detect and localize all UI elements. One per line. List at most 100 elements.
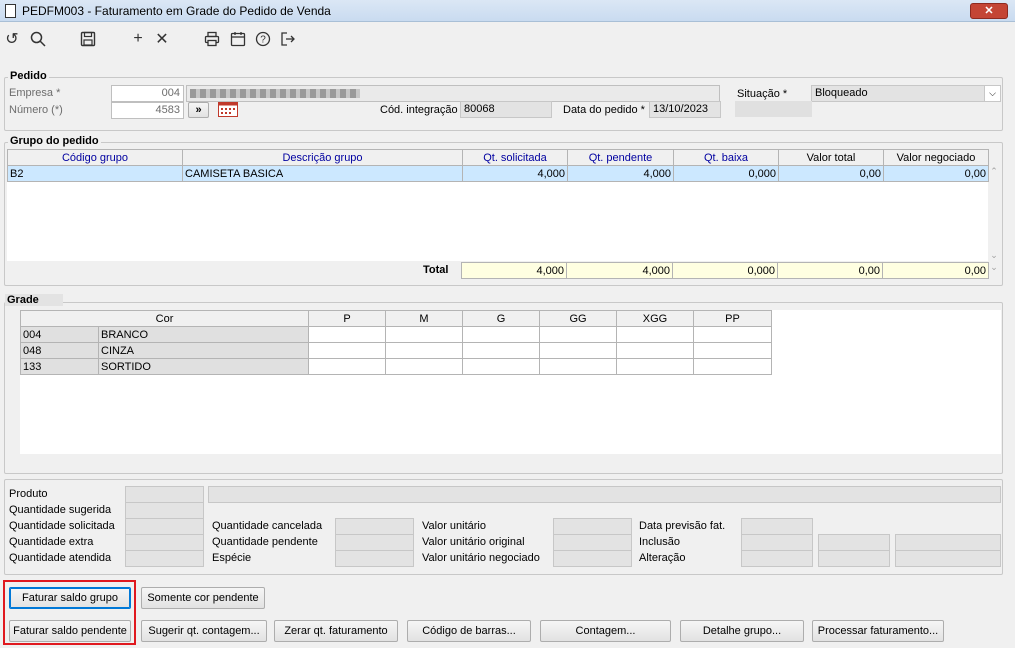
cell-qt-solicitada[interactable]: 4,000 bbox=[462, 165, 568, 182]
alteracao-date-field[interactable] bbox=[741, 550, 813, 567]
sugerir-contagem-button[interactable]: Sugerir qt. contagem... bbox=[141, 620, 267, 642]
undo-icon[interactable]: ↺ bbox=[2, 29, 22, 49]
cell-qty-xgg[interactable] bbox=[616, 358, 695, 375]
col-codigo-grupo[interactable]: Código grupo bbox=[7, 149, 183, 166]
data-pedido-field[interactable]: 13/10/2023 bbox=[649, 101, 721, 118]
add-icon[interactable]: + bbox=[128, 29, 148, 49]
col-qt-pendente[interactable]: Qt. pendente bbox=[567, 149, 674, 166]
produto-code-field[interactable] bbox=[125, 486, 204, 503]
inclusao-user-field[interactable] bbox=[895, 534, 1001, 551]
nav-next-button[interactable]: » bbox=[188, 102, 209, 118]
cell-qty-g[interactable] bbox=[462, 326, 541, 343]
valor-unitario-negociado-field[interactable] bbox=[553, 550, 632, 567]
zerar-faturamento-button[interactable]: Zerar qt. faturamento bbox=[274, 620, 398, 642]
cod-integracao-field[interactable]: 80068 bbox=[460, 101, 552, 118]
col-size-p[interactable]: P bbox=[308, 310, 387, 327]
cell-qty-g[interactable] bbox=[462, 358, 541, 375]
app-icon bbox=[5, 4, 16, 18]
search-icon[interactable] bbox=[28, 29, 48, 49]
col-valor-negociado[interactable]: Valor negociado bbox=[883, 149, 989, 166]
close-icon[interactable]: ✕ bbox=[970, 3, 1008, 19]
qtd-extra-field[interactable] bbox=[125, 534, 204, 551]
col-size-m[interactable]: M bbox=[385, 310, 464, 327]
cell-qty-pp[interactable] bbox=[693, 326, 773, 343]
table-row[interactable]: 133 SORTIDO bbox=[20, 358, 773, 375]
qtd-solicitada-field[interactable] bbox=[125, 518, 204, 535]
chevron-down-icon[interactable]: ⌵ bbox=[984, 86, 1000, 101]
cell-qt-pendente[interactable]: 4,000 bbox=[567, 165, 674, 182]
cell-qty-gg[interactable] bbox=[539, 358, 618, 375]
contagem-button[interactable]: Contagem... bbox=[540, 620, 671, 642]
col-size-g[interactable]: G bbox=[462, 310, 541, 327]
grupo-scrollbar[interactable]: ⌃ ⌄ bbox=[988, 166, 1000, 261]
alteracao-time-field[interactable] bbox=[818, 550, 890, 567]
inclusao-time-field[interactable] bbox=[818, 534, 890, 551]
faturar-saldo-pendente-button[interactable]: Faturar saldo pendente bbox=[9, 620, 131, 642]
table-row[interactable]: 048 CINZA bbox=[20, 342, 773, 359]
especie-field[interactable] bbox=[335, 550, 414, 567]
table-row[interactable]: 004 BRANCO bbox=[20, 326, 773, 343]
col-size-pp[interactable]: PP bbox=[693, 310, 773, 327]
detalhe-grupo-button[interactable]: Detalhe grupo... bbox=[680, 620, 804, 642]
situacao-select[interactable]: Bloqueado ⌵ bbox=[811, 85, 1001, 102]
empresa-field[interactable]: 004 bbox=[111, 85, 184, 102]
col-qt-solicitada[interactable]: Qt. solicitada bbox=[462, 149, 568, 166]
data-pedido-label: Data do pedido * bbox=[563, 104, 645, 116]
cell-qty-gg[interactable] bbox=[539, 326, 618, 343]
processar-faturamento-button[interactable]: Processar faturamento... bbox=[812, 620, 944, 642]
cell-codigo[interactable]: B2 bbox=[7, 165, 183, 182]
exit-icon[interactable] bbox=[278, 29, 298, 49]
calendar-icon[interactable] bbox=[228, 29, 248, 49]
faturar-saldo-grupo-button[interactable]: Faturar saldo grupo bbox=[9, 587, 131, 609]
qtd-cancelada-field[interactable] bbox=[335, 518, 414, 535]
calendar-picker-icon[interactable] bbox=[218, 102, 238, 117]
valor-unitario-field[interactable] bbox=[553, 518, 632, 535]
scroll-up-icon[interactable]: ⌃ bbox=[988, 166, 1000, 177]
cell-qty-m[interactable] bbox=[385, 342, 464, 359]
col-size-xgg[interactable]: XGG bbox=[616, 310, 695, 327]
produto-desc-field[interactable] bbox=[208, 486, 1001, 503]
numero-field[interactable]: 4583 bbox=[111, 102, 184, 119]
cell-descricao[interactable]: CAMISETA BASICA bbox=[182, 165, 463, 182]
qtd-atendida-field[interactable] bbox=[125, 550, 204, 567]
cell-valor-negociado[interactable]: 0,00 bbox=[883, 165, 989, 182]
totals-scroll-down-icon[interactable]: ⌄ bbox=[988, 262, 1000, 278]
cell-qty-g[interactable] bbox=[462, 342, 541, 359]
col-descricao-grupo[interactable]: Descrição grupo bbox=[182, 149, 463, 166]
cell-qty-pp[interactable] bbox=[693, 358, 773, 375]
data-previsao-field[interactable] bbox=[741, 518, 813, 535]
qtd-pendente-field[interactable] bbox=[335, 534, 414, 551]
empresa-name-field[interactable] bbox=[186, 85, 720, 102]
cell-qty-p[interactable] bbox=[308, 342, 387, 359]
cell-qty-gg[interactable] bbox=[539, 342, 618, 359]
valor-unitario-original-field[interactable] bbox=[553, 534, 632, 551]
cell-qty-p[interactable] bbox=[308, 358, 387, 375]
svg-text:?: ? bbox=[260, 35, 266, 46]
numero-label: Número (*) bbox=[9, 104, 63, 116]
scroll-down-icon[interactable]: ⌄ bbox=[988, 250, 1000, 261]
help-icon[interactable]: ? bbox=[253, 29, 273, 49]
print-icon[interactable] bbox=[202, 29, 222, 49]
col-size-gg[interactable]: GG bbox=[539, 310, 618, 327]
cell-qty-xgg[interactable] bbox=[616, 326, 695, 343]
inclusao-date-field[interactable] bbox=[741, 534, 813, 551]
codigo-barras-button[interactable]: Código de barras... bbox=[407, 620, 531, 642]
somente-cor-pendente-button[interactable]: Somente cor pendente bbox=[141, 587, 265, 609]
col-valor-total[interactable]: Valor total bbox=[778, 149, 884, 166]
alteracao-user-field[interactable] bbox=[895, 550, 1001, 567]
cell-valor-total[interactable]: 0,00 bbox=[778, 165, 884, 182]
col-cor[interactable]: Cor bbox=[19, 310, 310, 327]
save-icon[interactable] bbox=[78, 29, 98, 49]
cell-qty-pp[interactable] bbox=[693, 342, 773, 359]
cell-qty-p[interactable] bbox=[308, 326, 387, 343]
col-qt-baixa[interactable]: Qt. baixa bbox=[673, 149, 779, 166]
qtd-atendida-label: Quantidade atendida bbox=[9, 552, 112, 564]
qtd-sugerida-field[interactable] bbox=[125, 502, 204, 519]
window-title: PEDFM003 - Faturamento em Grade do Pedid… bbox=[22, 4, 331, 18]
table-row[interactable]: B2 CAMISETA BASICA 4,000 4,000 0,000 0,0… bbox=[7, 165, 989, 182]
cell-qty-m[interactable] bbox=[385, 358, 464, 375]
cell-qty-xgg[interactable] bbox=[616, 342, 695, 359]
delete-icon[interactable]: ✕ bbox=[152, 29, 172, 49]
cell-qty-m[interactable] bbox=[385, 326, 464, 343]
cell-qt-baixa[interactable]: 0,000 bbox=[673, 165, 779, 182]
